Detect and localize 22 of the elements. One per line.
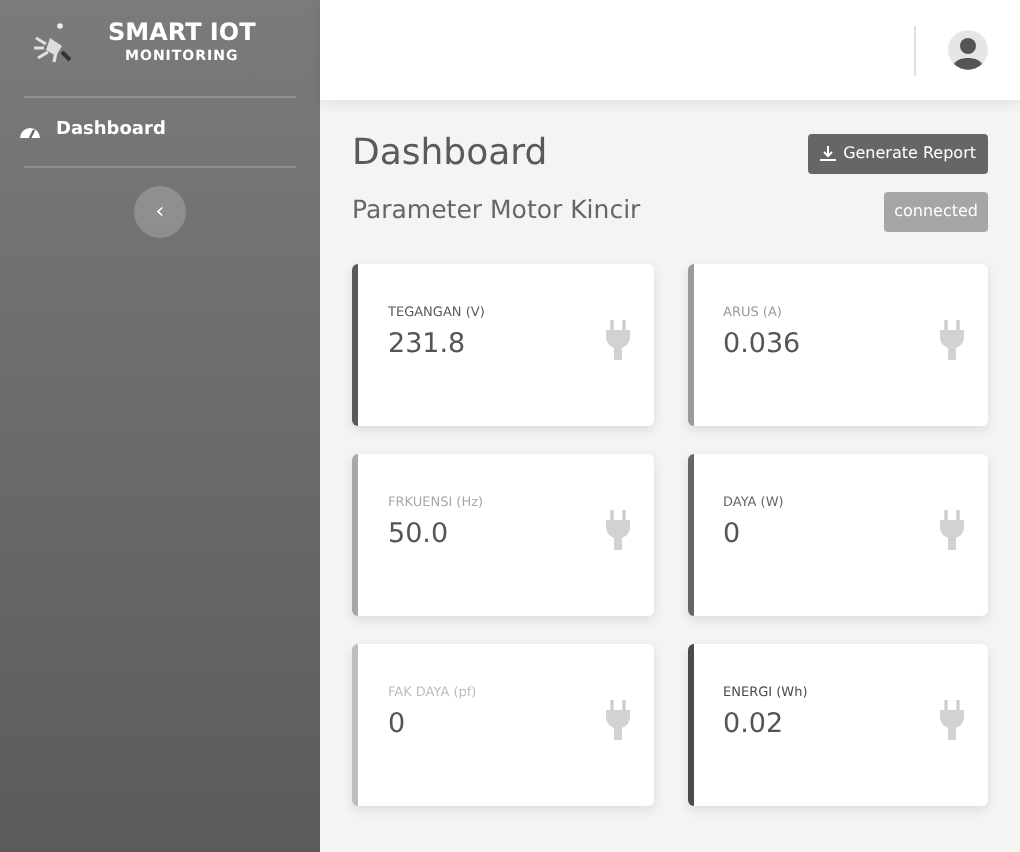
sidebar-toggle-button[interactable]: ‹ xyxy=(134,185,186,237)
plug-icon xyxy=(605,320,629,361)
logo-icon xyxy=(32,22,76,66)
metric-value: 231.8 xyxy=(388,325,468,364)
section-title: Parameter Motor Kincir xyxy=(352,192,641,229)
connection-status: connected xyxy=(884,191,988,232)
plug-icon xyxy=(605,510,629,551)
brand-title: SMART IOT xyxy=(108,20,256,47)
metric-value: 0 xyxy=(388,705,408,744)
plug-icon xyxy=(605,700,629,741)
avatar-icon[interactable] xyxy=(948,30,988,70)
page-title: Dashboard xyxy=(352,132,548,176)
metric-value: 50.0 xyxy=(388,515,451,554)
generate-report-button[interactable]: Generate Report xyxy=(807,133,988,174)
plug-icon xyxy=(940,320,964,361)
plug-icon xyxy=(940,510,964,551)
plug-icon xyxy=(940,700,964,741)
metric-value: 0.036 xyxy=(723,325,801,364)
metric-value: 0 xyxy=(723,515,743,554)
metric-value: 0.02 xyxy=(723,705,786,744)
download-icon xyxy=(819,145,836,162)
sidebar-item[interactable]: Dashboard xyxy=(0,98,320,165)
